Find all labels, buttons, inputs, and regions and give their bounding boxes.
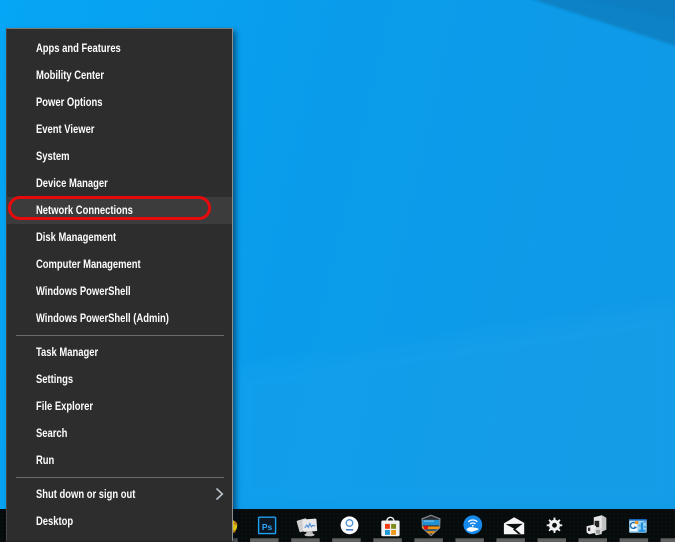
svg-text:Ps: Ps <box>262 522 273 532</box>
